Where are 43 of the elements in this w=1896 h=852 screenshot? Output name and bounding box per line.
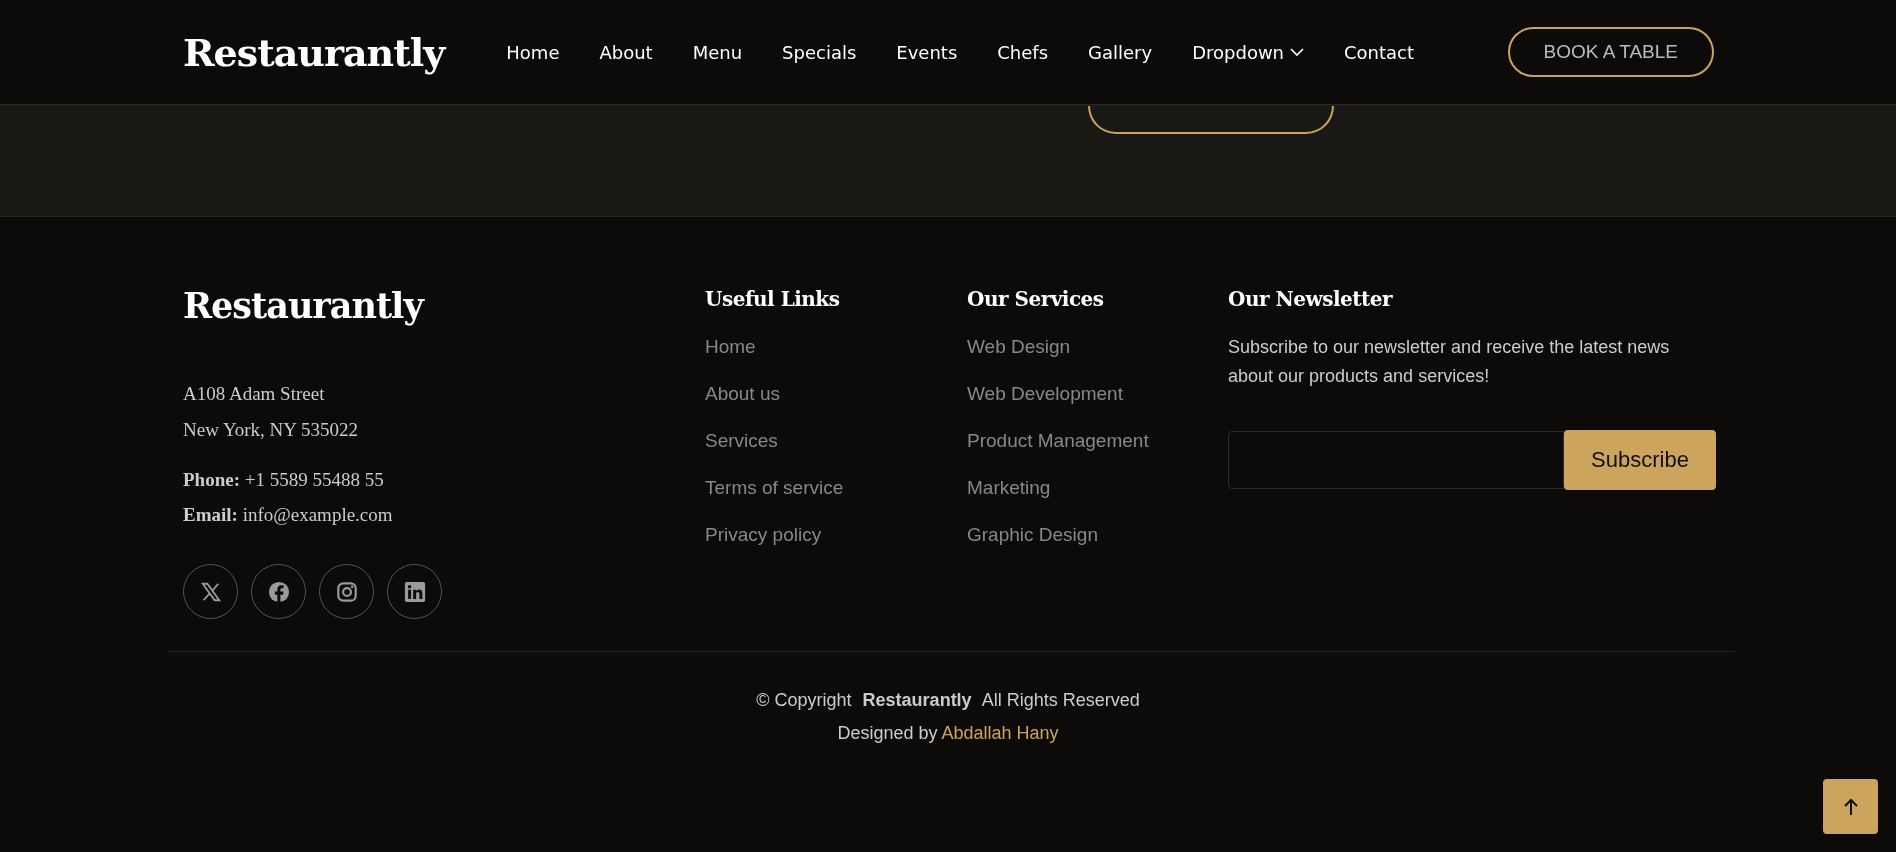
nav-link[interactable]: Contact (1324, 41, 1435, 63)
nav-link[interactable]: Chefs (977, 41, 1069, 63)
email-text: Email: info@example.com (183, 503, 394, 527)
nav-link[interactable]: Gallery (1068, 41, 1173, 63)
facebook-icon (267, 580, 290, 603)
arrow-up-icon (1842, 797, 1859, 816)
subscribe-button[interactable]: Subscribe (1564, 430, 1716, 490)
author-link[interactable]: Abdallah Hany (941, 723, 1059, 743)
nav-link[interactable]: Specials (762, 41, 877, 63)
column-heading: Useful Links (705, 287, 841, 311)
footer-link[interactable]: Marketing (967, 464, 1228, 511)
address-line: A108 Adam Street (183, 382, 326, 406)
email-field[interactable] (1228, 431, 1564, 489)
credit-text: Designed by Abdallah Hany (837, 723, 1059, 744)
footer-link[interactable]: Graphic Design (967, 511, 1228, 558)
send-message-button[interactable] (1088, 106, 1334, 134)
footer-link[interactable]: Home (705, 323, 967, 370)
nav-link[interactable]: Dropdown (1172, 41, 1325, 63)
nav-link[interactable]: Events (876, 41, 978, 63)
linkedin-icon (403, 580, 426, 603)
back-to-top-button[interactable] (1823, 779, 1878, 834)
book-table-button[interactable]: BOOK A TABLE (1507, 27, 1714, 77)
footer-link[interactable]: Web Development (967, 370, 1228, 417)
nav-link[interactable]: Menu (672, 41, 763, 63)
footer-link[interactable]: Privacy policy (705, 511, 967, 558)
footer-link[interactable]: Product Management (967, 417, 1228, 464)
footer-link[interactable]: Web Design (967, 323, 1228, 370)
instagram-icon (335, 580, 358, 603)
column-heading: Our Newsletter (1228, 287, 1394, 311)
caret-icon (1290, 47, 1305, 57)
footer-link[interactable]: About us (705, 370, 967, 417)
copyright-text: © Copyright Restaurantly All Rights Reserved (756, 690, 1140, 711)
nav-link[interactable]: Home (486, 41, 580, 63)
newsletter-text: Subscribe to our newsletter and receive the latest news about our products and services! (1228, 336, 1671, 388)
x-icon (199, 580, 222, 603)
logo[interactable]: Restaurantly (183, 29, 445, 75)
address-line: New York, NY 535022 (183, 418, 360, 442)
footer-link[interactable]: Services (705, 417, 967, 464)
column-heading: Our Services (967, 287, 1105, 311)
footer-link[interactable]: Terms of service (705, 464, 967, 511)
nav-link[interactable]: About (579, 41, 673, 63)
footer-logo: Restaurantly (183, 285, 426, 326)
phone-text: Phone: +1 5589 55488 55 (183, 468, 385, 492)
